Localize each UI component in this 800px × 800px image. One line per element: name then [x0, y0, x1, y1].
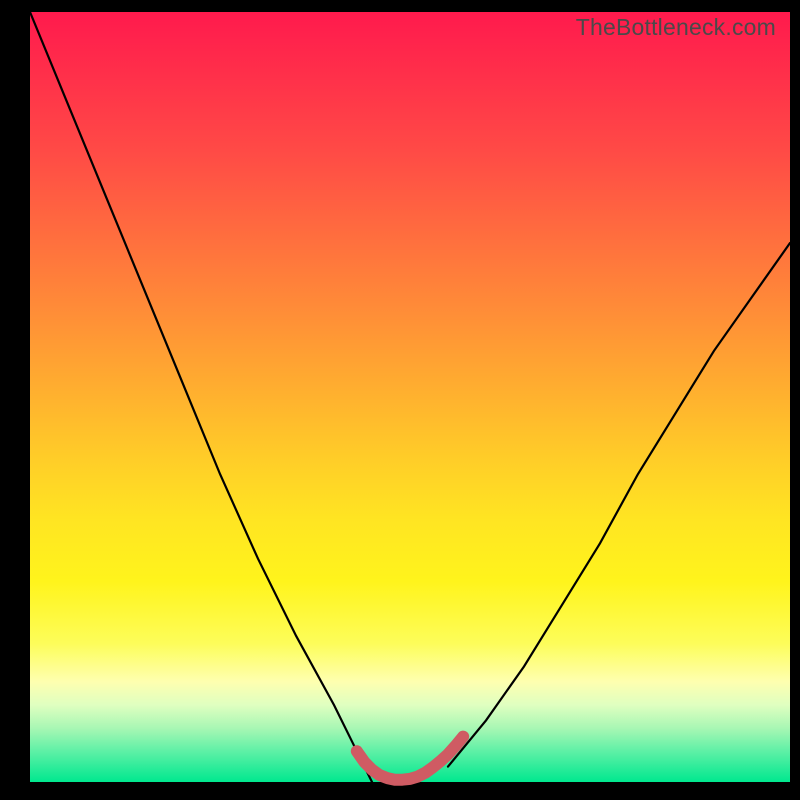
- right-curve-path: [448, 243, 790, 767]
- left-curve-path: [30, 12, 372, 782]
- curves-svg: [30, 12, 790, 782]
- plot-area: TheBottleneck.com: [30, 12, 790, 782]
- chart-frame: TheBottleneck.com: [0, 0, 800, 800]
- valley-highlight-path: [357, 737, 463, 780]
